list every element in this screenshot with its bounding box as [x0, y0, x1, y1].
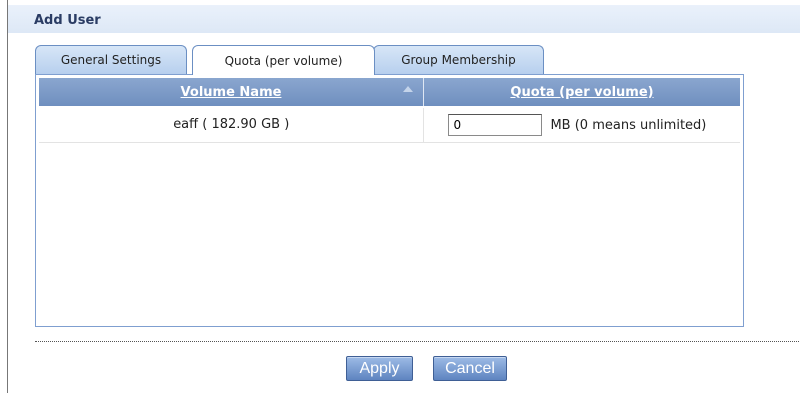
volume-name-cell: eaff ( 182.90 GB ): [39, 108, 425, 142]
tab-label: Quota (per volume): [224, 53, 343, 68]
column-header-label: Quota (per volume): [510, 84, 654, 100]
add-user-window: Add User General Settings Quota (per vol…: [7, 0, 800, 393]
divider: [35, 341, 800, 342]
quota-input[interactable]: [448, 114, 543, 136]
tab-quota-per-volume[interactable]: Quota (per volume): [192, 45, 375, 75]
cancel-button[interactable]: Cancel: [433, 356, 507, 381]
tab-label: General Settings: [60, 53, 162, 67]
tab-label: Group Membership: [401, 53, 516, 67]
column-header-quota[interactable]: Quota (per volume): [424, 78, 740, 106]
title-bar: Add User: [8, 5, 800, 33]
table-row: eaff ( 182.90 GB ) MB (0 means unlimited…: [39, 108, 740, 143]
table-header: Volume Name Quota (per volume): [39, 78, 740, 106]
tab-general-settings[interactable]: General Settings: [35, 45, 187, 74]
column-header-volume-name[interactable]: Volume Name: [39, 78, 424, 106]
column-header-label: Volume Name: [180, 84, 282, 100]
quota-panel: Volume Name Quota (per volume) eaff ( 18…: [35, 74, 744, 327]
apply-button[interactable]: Apply: [346, 356, 413, 381]
quota-cell: MB (0 means unlimited): [424, 108, 740, 142]
page-title: Add User: [34, 13, 101, 28]
sort-ascending-icon: [403, 86, 413, 92]
tab-group-membership[interactable]: Group Membership: [373, 45, 544, 74]
quota-unit-label: MB (0 means unlimited): [550, 117, 707, 133]
